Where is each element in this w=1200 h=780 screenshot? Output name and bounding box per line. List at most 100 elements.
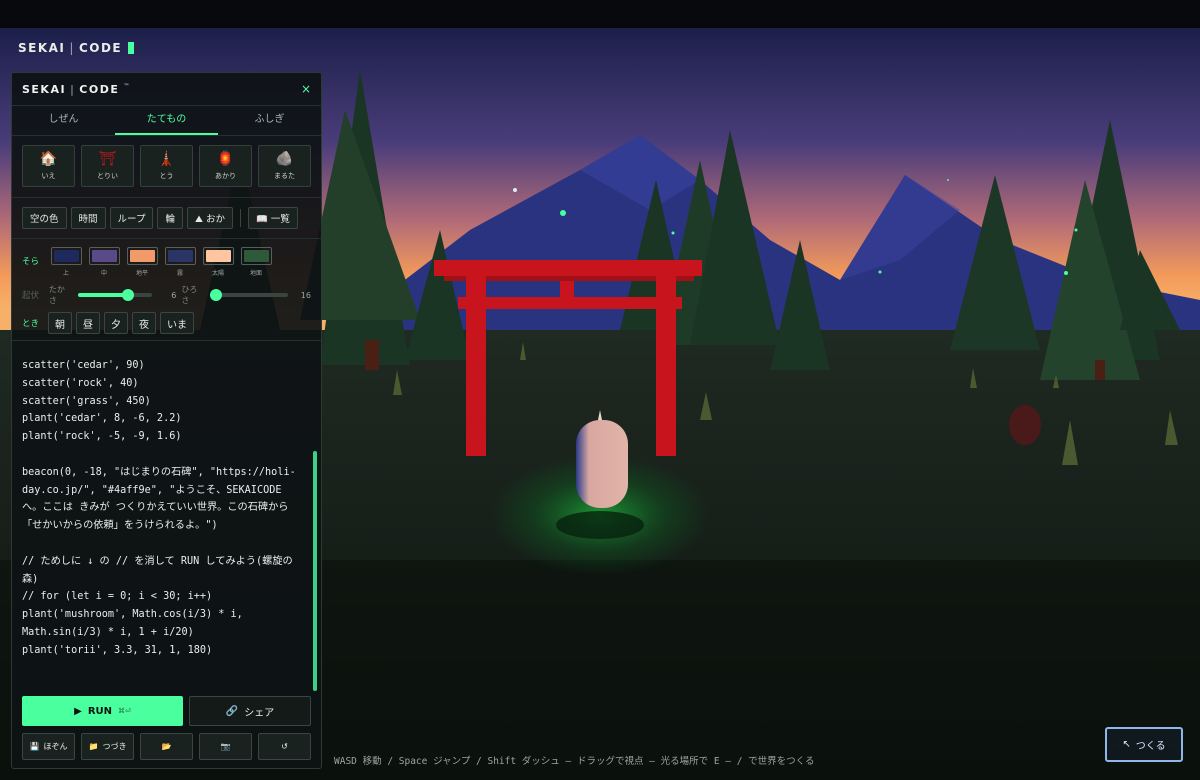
- snippet-loop[interactable]: ループ: [109, 207, 154, 229]
- build-palette: 🏠 いえ ⛩ とりい 🗼 とう 🏮 あかり 🪨 まるた: [12, 136, 321, 198]
- height-slider[interactable]: [77, 289, 153, 301]
- category-tabs: しぜん たてもの ふしぎ: [12, 106, 321, 136]
- swatch-label: 中: [100, 270, 107, 277]
- swatch-item: 地平: [126, 247, 158, 277]
- panel-logo-left: SEKAI: [22, 82, 67, 96]
- tab-nature[interactable]: しぜん: [12, 106, 115, 135]
- build-label: あかり: [215, 172, 236, 180]
- environment-controls: そら 上 中 地平 霧 太陽 地面 起伏 たかさ 6 ひろさ 16 とき 朝 昼…: [12, 239, 321, 341]
- code-panel: SEKAI | CODE ™ × しぜん たてもの ふしぎ 🏠 いえ ⛩ とりい…: [11, 72, 322, 769]
- house-icon: 🏠: [39, 151, 58, 167]
- swatch-item: 太陽: [202, 247, 234, 277]
- panel-logo-right: CODE: [79, 82, 120, 96]
- wand-icon: ↖: [1122, 739, 1131, 750]
- logo-separator: |: [69, 41, 75, 55]
- panel-header: SEKAI | CODE ™ ×: [12, 73, 321, 106]
- tower-icon: 🗼: [157, 151, 176, 167]
- sky-swatch-ground[interactable]: [240, 247, 272, 265]
- width-label: ひろさ: [181, 285, 198, 305]
- snippet-bar: 空の色 時間 ループ 輪 ⛰ おか 📖 一覧: [12, 198, 321, 239]
- swatch-item: 霧: [164, 247, 196, 277]
- swatch-label: 地面: [249, 270, 262, 277]
- time-noon-button[interactable]: 昼: [76, 312, 100, 334]
- reset-icon: ↺: [281, 742, 288, 751]
- swatch-item: 上: [50, 247, 82, 277]
- swatch-item: 中: [88, 247, 120, 277]
- editor-scrollbar[interactable]: [313, 451, 317, 691]
- sky-label: そら: [22, 257, 40, 267]
- swatch-label: 太陽: [211, 270, 224, 277]
- list-button[interactable]: 📖 一覧: [247, 207, 298, 229]
- play-icon: ▶: [74, 705, 82, 717]
- open-folder-icon: 📂: [161, 742, 172, 751]
- screenshot-icon: 📷: [220, 742, 231, 751]
- link-icon: 🔗: [225, 705, 239, 717]
- screenshot-button[interactable]: 📷: [199, 733, 252, 760]
- build-label: いえ: [41, 172, 56, 180]
- continue-label: つづき: [102, 742, 127, 751]
- build-label: まるた: [274, 172, 295, 180]
- terrain-label: 起伏: [22, 291, 40, 301]
- swatch-color: [91, 250, 117, 262]
- build-lantern-button[interactable]: 🏮 あかり: [199, 145, 252, 187]
- share-button[interactable]: 🔗 シェア: [189, 696, 311, 726]
- build-tower-button[interactable]: 🗼 とう: [140, 145, 193, 187]
- cursor-block: [128, 42, 135, 54]
- swatch-color: [205, 250, 231, 262]
- slider-fill: [77, 293, 128, 297]
- continue-button[interactable]: 📁 つづき: [81, 733, 134, 760]
- sky-swatch-middle[interactable]: [88, 247, 120, 265]
- build-torii-button[interactable]: ⛩ とりい: [81, 145, 134, 187]
- run-shortcut: ⌘⏎: [118, 707, 131, 715]
- logo-right: CODE: [78, 41, 123, 55]
- sky-colors: そら 上 中 地平 霧 太陽 地面: [22, 247, 311, 277]
- torii-icon: ⛩: [98, 151, 117, 167]
- close-icon[interactable]: ×: [301, 82, 311, 96]
- snippet-sky-color[interactable]: 空の色: [22, 207, 67, 229]
- sky-swatch-sun[interactable]: [202, 247, 234, 265]
- swatch-color: [167, 250, 193, 262]
- save-button[interactable]: 💾 ほぞん: [22, 733, 75, 760]
- lantern-icon: 🏮: [216, 151, 235, 167]
- open-button[interactable]: 📂: [140, 733, 193, 760]
- tab-wonders[interactable]: ふしぎ: [218, 106, 321, 135]
- run-label: RUN: [87, 705, 113, 717]
- slider-handle[interactable]: [121, 289, 134, 301]
- save-icon: 💾: [29, 742, 40, 751]
- save-label: ほぞん: [43, 742, 68, 751]
- rock: [1009, 405, 1041, 445]
- time-controls: とき 朝 昼 夕 夜 いま: [22, 312, 311, 334]
- build-label: とりい: [97, 172, 118, 180]
- create-label: つくる: [1135, 741, 1166, 752]
- tab-buildings[interactable]: たてもの: [115, 106, 218, 135]
- snippet-time[interactable]: 時間: [70, 207, 106, 229]
- swatch-label: 霧: [176, 270, 183, 277]
- sky-swatch-fog[interactable]: [164, 247, 196, 265]
- swatch-color: [129, 250, 155, 262]
- top-bar: [0, 0, 1200, 28]
- build-boulder-button[interactable]: 🪨 まるた: [258, 145, 311, 187]
- code-editor[interactable]: scatter('cedar', 90) scatter('rock', 40)…: [12, 343, 321, 687]
- swatch-label: 地平: [135, 270, 148, 277]
- run-button[interactable]: ▶ RUN ⌘⏎: [22, 696, 183, 726]
- time-evening-button[interactable]: 夕: [104, 312, 128, 334]
- slider-handle[interactable]: [210, 289, 223, 301]
- sky-swatch-top[interactable]: [50, 247, 82, 265]
- panel-logo-separator: |: [70, 82, 76, 96]
- time-night-button[interactable]: 夜: [132, 312, 156, 334]
- swatch-color: [53, 250, 79, 262]
- snippet-hill[interactable]: ⛰ おか: [186, 207, 233, 229]
- reset-button[interactable]: ↺: [258, 733, 311, 760]
- build-house-button[interactable]: 🏠 いえ: [22, 145, 75, 187]
- time-now-button[interactable]: いま: [160, 312, 194, 334]
- create-button[interactable]: ↖ つくる: [1105, 727, 1183, 762]
- action-row: ▶ RUN ⌘⏎ 🔗 シェア: [22, 696, 311, 726]
- swatch-item: 地面: [240, 247, 272, 277]
- width-slider[interactable]: [210, 289, 288, 301]
- utility-row: 💾 ほぞん 📁 つづき 📂 📷 ↺: [22, 733, 311, 760]
- panel-logo: SEKAI | CODE ™: [22, 83, 131, 96]
- time-morning-button[interactable]: 朝: [48, 312, 72, 334]
- swatch-label: 上: [62, 270, 69, 277]
- sky-swatch-horizon[interactable]: [126, 247, 158, 265]
- snippet-ring[interactable]: 輪: [157, 207, 183, 229]
